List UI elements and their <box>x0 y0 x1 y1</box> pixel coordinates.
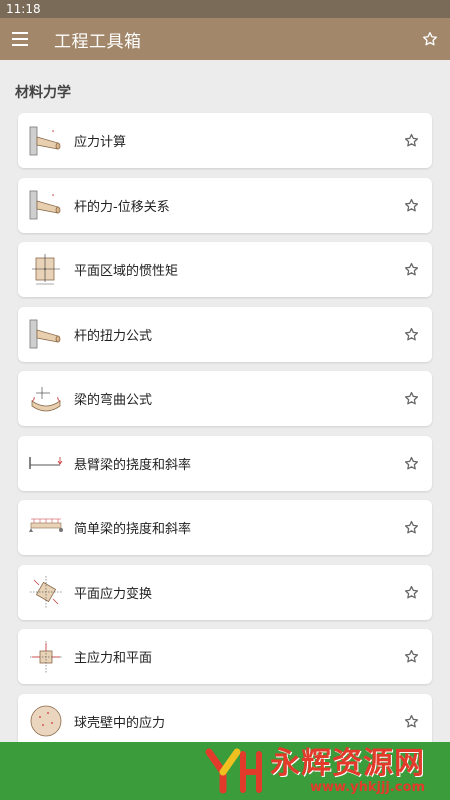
cantilever-rod-icon <box>28 187 64 223</box>
star-outline-icon[interactable] <box>396 255 426 285</box>
section-title: 材料力学 <box>15 85 71 101</box>
list-item[interactable]: 应力计算 <box>18 113 432 168</box>
star-outline-icon[interactable] <box>396 319 426 349</box>
star-outline-icon[interactable] <box>396 448 426 478</box>
tool-list: 应力计算 杆的力-位移关系 平面区域的惯性矩 杆的扭力公式 梁的弯曲公式 悬臂梁… <box>18 113 432 758</box>
item-label: 杆的扭力公式 <box>74 328 153 344</box>
watermark-banner: 永辉资源网 www.yhkjjj.com <box>0 742 450 800</box>
item-label: 球壳壁中的应力 <box>74 715 166 731</box>
item-label: 主应力和平面 <box>74 651 153 666</box>
item-label: 简单梁的挠度和斜率 <box>74 522 192 537</box>
list-item[interactable]: 杆的力-位移关系 <box>18 177 432 233</box>
stress-transformation-icon <box>28 574 64 610</box>
app-bar: 工程工具箱 <box>0 18 450 60</box>
item-label: 杆的力-位移关系 <box>74 199 170 215</box>
hamburger-menu-icon[interactable] <box>0 18 42 60</box>
star-outline-icon[interactable] <box>396 642 426 672</box>
app-title: 工程工具箱 <box>54 31 142 52</box>
list-item[interactable]: 球壳壁中的应力 <box>18 693 432 749</box>
star-outline-icon[interactable] <box>396 513 426 543</box>
list-item[interactable]: 平面应力变换 <box>18 564 432 620</box>
item-label: 梁的弯曲公式 <box>74 393 153 408</box>
item-label: 悬臂梁的挠度和斜率 <box>74 457 192 473</box>
spherical-shell-icon <box>28 703 64 739</box>
yh-logo-icon <box>200 742 270 800</box>
favorites-star-icon[interactable] <box>410 18 450 60</box>
status-time: 11:18 <box>6 2 41 16</box>
banner-text: 永辉资源网 www.yhkjjj.com <box>270 747 425 795</box>
cantilever-rod-icon <box>28 316 64 352</box>
simple-beam-icon <box>28 510 64 546</box>
cantilever-beam-icon <box>28 445 64 481</box>
item-label: 平面区域的惯性矩 <box>74 264 179 279</box>
cantilever-rod-icon <box>28 123 64 159</box>
item-label: 应力计算 <box>74 135 127 150</box>
list-item[interactable]: 主应力和平面 <box>18 629 432 684</box>
banner-url: www.yhkjjj.com <box>309 780 425 795</box>
list-item[interactable]: 简单梁的挠度和斜率 <box>18 500 432 555</box>
bent-beam-icon <box>28 381 64 417</box>
principal-stress-icon <box>28 639 64 675</box>
banner-title: 永辉资源网 <box>270 746 425 781</box>
rectangle-section-icon <box>28 252 64 288</box>
list-item[interactable]: 平面区域的惯性矩 <box>18 242 432 297</box>
star-outline-icon[interactable] <box>396 126 426 156</box>
star-outline-icon[interactable] <box>396 577 426 607</box>
item-label: 平面应力变换 <box>74 586 153 602</box>
list-item[interactable]: 杆的扭力公式 <box>18 306 432 362</box>
list-item[interactable]: 悬臂梁的挠度和斜率 <box>18 435 432 491</box>
star-outline-icon[interactable] <box>396 190 426 220</box>
status-bar: 11:18 <box>0 0 450 18</box>
star-outline-icon[interactable] <box>396 706 426 736</box>
star-outline-icon[interactable] <box>396 384 426 414</box>
list-item[interactable]: 梁的弯曲公式 <box>18 371 432 426</box>
